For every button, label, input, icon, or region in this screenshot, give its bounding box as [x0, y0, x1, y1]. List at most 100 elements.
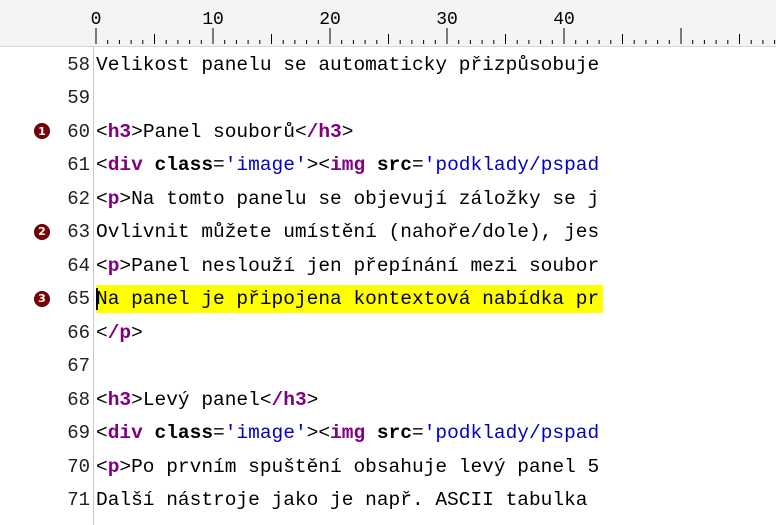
- line-number: 62: [67, 187, 90, 210]
- code-token-punc: >: [131, 388, 143, 411]
- code-token-punc: <: [259, 388, 272, 411]
- code-token-punc: >: [119, 455, 132, 478]
- bookmark-marker-icon[interactable]: 3: [34, 290, 50, 307]
- code-token-tag: p: [107, 254, 120, 277]
- line-number: 69: [67, 422, 90, 445]
- line-number: 70: [67, 455, 90, 478]
- line-number: 58: [67, 53, 90, 76]
- code-token-punc: <: [96, 455, 108, 478]
- code-token-tag: /p: [107, 321, 132, 344]
- line-code[interactable]: < h3 > Levý panel </h3 >: [96, 386, 322, 414]
- code-token-attr: class: [154, 422, 214, 445]
- code-token-punc: >: [119, 187, 132, 210]
- line-code[interactable]: </p >: [96, 319, 147, 347]
- code-token-punc: >: [306, 388, 319, 411]
- line-number: 64: [67, 254, 90, 277]
- code-token-tag: p: [107, 187, 120, 210]
- code-token-val: 'image': [224, 154, 307, 177]
- code-token-punc: <: [96, 187, 108, 210]
- code-line[interactable]: 64 < p > Panel neslouží jen přepínání mezi s…: [0, 249, 776, 283]
- code-token-punc: >: [119, 254, 132, 277]
- code-line[interactable]: 67: [0, 350, 776, 384]
- line-code[interactable]: Na panel je připojena kontextová nabídka…: [96, 285, 604, 314]
- code-token-val: 'podklady/pspad: [423, 154, 600, 177]
- code-line[interactable]: 61 < div class ='image' >< img src ='podklady/…: [0, 149, 776, 183]
- ruler-label: 40: [553, 10, 575, 30]
- line-code[interactable]: < p > Po prvním spuštění obsahuje levý pane…: [96, 453, 603, 481]
- code-token-punc: =: [213, 154, 225, 177]
- line-code[interactable]: < h3 > Panel souborů </h3 >: [96, 118, 357, 146]
- code-line[interactable]: 2 63 Ovlivnit můžete umístění (nahoře/dole…: [0, 216, 776, 250]
- code-line[interactable]: 68 < h3 > Levý panel </h3 >: [0, 383, 776, 417]
- code-line[interactable]: 70 < p > Po prvním spuštění obsahuje levý pa…: [0, 450, 776, 484]
- code-token-text: Na tomto panelu se objevují záložky se j: [131, 187, 600, 210]
- code-token-tag: p: [107, 455, 120, 478]
- code-token-punc: <: [96, 321, 108, 344]
- line-number: 67: [67, 355, 90, 378]
- code-line[interactable]: 62 < p > Na tomto panelu se objevují záložky…: [0, 182, 776, 216]
- code-token-val: 'image': [224, 422, 307, 445]
- code-token-punc: ><: [306, 154, 331, 177]
- code-token-tag: /h3: [271, 388, 307, 411]
- code-token-text: Levý panel: [142, 388, 260, 411]
- ruler-label: 0: [91, 10, 102, 30]
- line-code[interactable]: < p > Panel neslouží jen přepínání mezi sou…: [96, 252, 603, 280]
- code-line[interactable]: 1 60 < h3 > Panel souborů </h3 >: [0, 115, 776, 149]
- line-number: 61: [67, 154, 90, 177]
- line-number: 60: [67, 120, 90, 143]
- code-token-text: Velikost panelu se automaticky přizpůsob…: [96, 53, 600, 76]
- code-token-punc: <: [96, 254, 108, 277]
- code-token-tag: div: [107, 154, 143, 177]
- line-code[interactable]: Velikost panelu se automaticky přizpůsob…: [96, 51, 603, 79]
- code-line[interactable]: 3 65 Na panel je připojena kontextová nabí…: [0, 283, 776, 317]
- code-token-punc: =: [411, 154, 424, 177]
- code-token-attr: class: [154, 154, 214, 177]
- code-token-tag: img: [330, 154, 366, 177]
- line-code[interactable]: [96, 84, 100, 112]
- code-token-punc: <: [96, 154, 108, 177]
- code-token-text: Po prvním spuštění obsahuje levý panel 5: [131, 455, 600, 478]
- bookmark-marker-icon[interactable]: 2: [34, 223, 50, 240]
- code-token-punc: <: [96, 120, 108, 143]
- code-token-text: Panel neslouží jen přepínání mezi soubor: [131, 254, 600, 277]
- code-line[interactable]: 59: [0, 82, 776, 116]
- code-token-attr: src: [376, 154, 412, 177]
- ruler-ticks: 0 10 20 30 40: [91, 10, 776, 44]
- ruler-label: 20: [319, 10, 341, 30]
- code-token-tag: h3: [107, 120, 132, 143]
- line-code[interactable]: < p > Na tomto panelu se objevují záložky s…: [96, 185, 603, 213]
- ruler-label: 10: [202, 10, 224, 30]
- code-token-text: Další nástroje jako je např. ASCII tabul…: [96, 489, 588, 512]
- line-code[interactable]: < div class ='image' >< img src ='podklady/ps…: [96, 151, 603, 179]
- line-code[interactable]: < div class ='image' >< img src ='podklady/ps…: [96, 419, 603, 447]
- column-ruler: 0 10 20 30 40: [0, 0, 776, 47]
- line-number: 66: [67, 321, 90, 344]
- code-token-tag: div: [107, 422, 143, 445]
- line-code[interactable]: Další nástroje jako je např. ASCII tabul…: [96, 486, 591, 514]
- code-token-punc: >: [131, 120, 143, 143]
- code-token-punc: <: [96, 422, 108, 445]
- line-code[interactable]: [96, 352, 100, 380]
- code-token-punc: >: [131, 321, 143, 344]
- code-token-tag: img: [330, 422, 366, 445]
- code-token-tag: /h3: [306, 120, 342, 143]
- line-number: 59: [67, 87, 90, 110]
- code-line[interactable]: 58 Velikost panelu se automaticky přizpůs…: [0, 48, 776, 82]
- code-token-punc: <: [294, 120, 307, 143]
- code-token-punc: >: [341, 120, 354, 143]
- code-token-text: Na panel je připojena kontextová nabídka…: [96, 288, 600, 311]
- code-token-text: Panel souborů: [142, 120, 295, 143]
- code-token-val: 'podklady/pspad: [423, 422, 600, 445]
- code-line[interactable]: 66 </p >: [0, 316, 776, 350]
- code-editor[interactable]: 58 Velikost panelu se automaticky přizpůs…: [0, 48, 776, 525]
- bookmark-marker-icon[interactable]: 1: [34, 123, 50, 139]
- line-number: 65: [67, 288, 90, 311]
- code-token-tag: h3: [107, 388, 132, 411]
- code-line[interactable]: 71 Další nástroje jako je např. ASCII tab…: [0, 484, 776, 518]
- code-line[interactable]: 69 < div class ='image' >< img src ='podklady/…: [0, 417, 776, 451]
- line-code[interactable]: Ovlivnit můžete umístění (nahoře/dole), …: [96, 218, 603, 246]
